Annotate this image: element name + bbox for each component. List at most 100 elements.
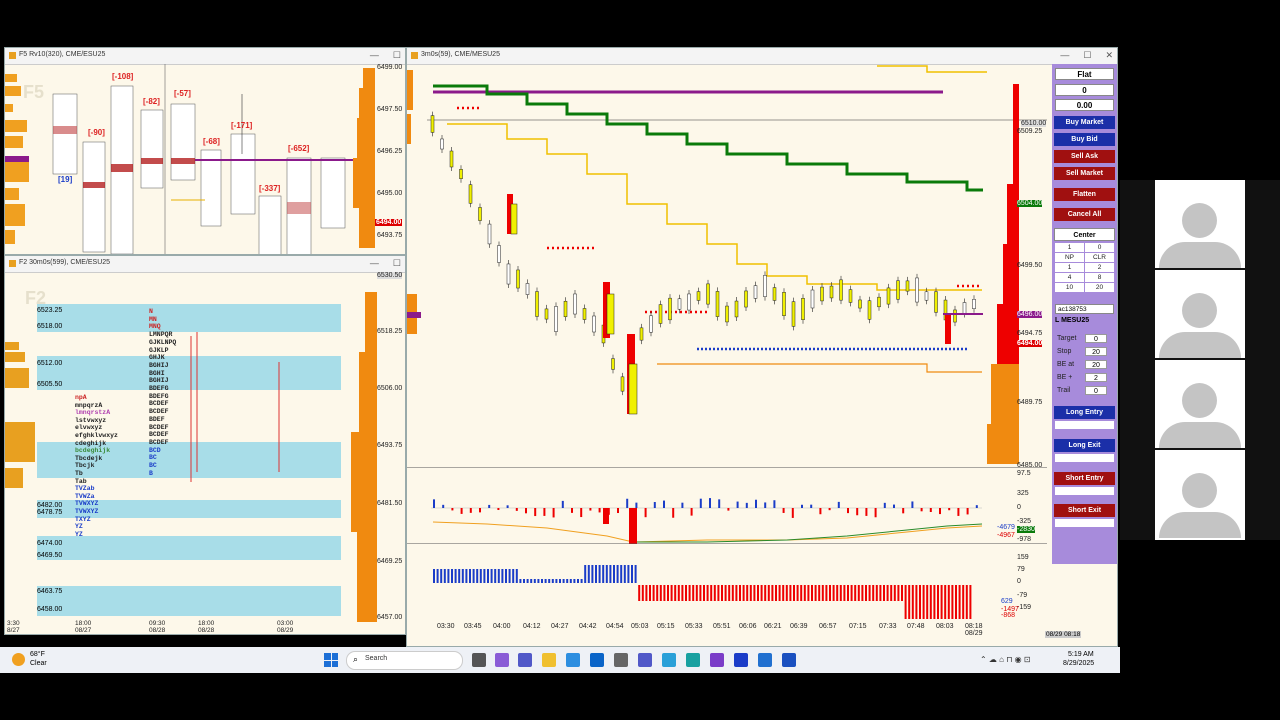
- minimize-icon[interactable]: —: [370, 50, 379, 61]
- visual-studio-icon[interactable]: [710, 653, 724, 667]
- participant-avatar[interactable]: [1155, 180, 1245, 268]
- maximize-icon[interactable]: ☐: [393, 258, 401, 269]
- start-icon[interactable]: [324, 653, 338, 667]
- weather-temp[interactable]: 68°F: [30, 651, 45, 658]
- file-explorer-icon[interactable]: [542, 653, 556, 667]
- indicator-bar: [893, 504, 895, 508]
- participant-avatar[interactable]: [1155, 270, 1245, 358]
- copilot-icon[interactable]: [495, 653, 509, 667]
- long-exit-select[interactable]: [1055, 454, 1114, 462]
- sell-market-button[interactable]: Sell Market: [1054, 167, 1115, 180]
- app-icon: [9, 52, 16, 59]
- indicator-bar: [785, 585, 788, 601]
- short-entry-select[interactable]: [1055, 487, 1114, 495]
- sell-ask-button[interactable]: Sell Ask: [1054, 150, 1115, 163]
- teams-icon[interactable]: [518, 653, 532, 667]
- weather-icon[interactable]: [12, 653, 25, 666]
- indicator-bar: [591, 565, 594, 583]
- main-chart-titlebar[interactable]: 3m0s(59), CME/MESU25 — ☐ ✕: [407, 48, 1117, 65]
- minimize-icon[interactable]: —: [1060, 50, 1069, 61]
- indicator-bar: [807, 585, 810, 601]
- close-icon[interactable]: ✕: [1105, 50, 1113, 61]
- candle: [468, 184, 473, 204]
- photos-icon[interactable]: [662, 653, 676, 667]
- task-view-icon[interactable]: [472, 653, 486, 667]
- buy-market-button[interactable]: Buy Market: [1054, 116, 1115, 129]
- minimize-icon[interactable]: —: [370, 258, 379, 269]
- indicator-bar: [508, 569, 511, 583]
- indicator-bar: [947, 585, 950, 619]
- indicator-bar: [856, 508, 859, 516]
- cancel-all-button[interactable]: Cancel All: [1054, 208, 1115, 221]
- candle: [544, 308, 549, 320]
- short-exit-button[interactable]: Short Exit: [1054, 504, 1115, 517]
- current-price-tag: 6494.00: [1017, 340, 1043, 347]
- long-entry-select[interactable]: [1055, 421, 1114, 429]
- candle: [934, 291, 938, 313]
- candle: [810, 289, 815, 309]
- participant-avatar[interactable]: [1155, 360, 1245, 448]
- price-chart[interactable]: [407, 64, 1047, 468]
- indicator-bar: [724, 585, 727, 601]
- indicator-bar: [695, 585, 698, 601]
- be-at-input[interactable]: 20: [1085, 360, 1107, 369]
- long-exit-button[interactable]: Long Exit: [1054, 439, 1115, 452]
- flatten-button[interactable]: Flatten: [1054, 188, 1115, 201]
- trading-app-icon[interactable]: [734, 653, 748, 667]
- indicator-bar: [569, 579, 572, 583]
- indicator-bar: [699, 585, 702, 601]
- candle: [858, 299, 862, 309]
- maximize-icon[interactable]: ☐: [1083, 50, 1091, 61]
- indicator-bar: [551, 579, 554, 583]
- indicator-bar: [868, 585, 871, 601]
- maximize-icon[interactable]: ☐: [393, 50, 401, 61]
- clock-date[interactable]: 8/29/2025: [1063, 660, 1094, 667]
- account-select[interactable]: ac138753: [1055, 304, 1114, 314]
- long-entry-button[interactable]: Long Entry: [1054, 406, 1115, 419]
- indicator-bar: [836, 585, 839, 601]
- chart-app-icon[interactable]: [758, 653, 772, 667]
- participant-avatar[interactable]: [1155, 450, 1245, 540]
- footprint-titlebar[interactable]: F5 Rv10(320), CME/ESU25 — ☐: [5, 48, 405, 65]
- trail-input[interactable]: 0: [1085, 386, 1107, 395]
- store-icon[interactable]: [566, 653, 580, 667]
- indicator-bar: [944, 585, 947, 619]
- target-input[interactable]: 0: [1085, 334, 1107, 343]
- delta-label: [-337]: [259, 184, 281, 193]
- center-button[interactable]: Center: [1054, 228, 1115, 241]
- indicator-bar: [920, 508, 923, 512]
- candle: [430, 115, 435, 133]
- position-status: Flat: [1055, 68, 1114, 80]
- stop-input[interactable]: 20: [1085, 347, 1107, 356]
- indicator-bar: [469, 508, 472, 513]
- short-exit-select[interactable]: [1055, 519, 1114, 527]
- outlook-icon[interactable]: [590, 653, 604, 667]
- candle: [763, 275, 767, 297]
- edge-icon[interactable]: [686, 653, 700, 667]
- be-plus-input[interactable]: 2: [1085, 373, 1107, 382]
- clock-time[interactable]: 5:19 AM: [1068, 651, 1094, 658]
- indicator-bar: [469, 569, 471, 583]
- buy-bid-button[interactable]: Buy Bid: [1054, 133, 1115, 146]
- teams-chat-icon[interactable]: [638, 653, 652, 667]
- short-entry-button[interactable]: Short Entry: [1054, 472, 1115, 485]
- indicator-bar: [670, 585, 673, 601]
- indicator-bar: [793, 585, 795, 601]
- indicator-bar: [908, 585, 911, 619]
- indicator-bar: [526, 579, 529, 583]
- indicator-bar: [782, 508, 785, 513]
- app-icon[interactable]: [782, 653, 796, 667]
- candle: [449, 150, 454, 168]
- candle: [772, 287, 777, 301]
- settings-icon[interactable]: [614, 653, 628, 667]
- search-box[interactable]: ⌕ Search: [346, 651, 463, 670]
- candle: [801, 298, 805, 320]
- market-profile-titlebar[interactable]: F2 30m0s(599), CME/ESU25 — ☐: [5, 256, 405, 273]
- candle: [573, 293, 577, 315]
- indicator-bar: [645, 585, 648, 601]
- indicator-bar: [505, 569, 507, 583]
- position-qty: 0: [1055, 84, 1114, 96]
- indicator-bar: [537, 579, 540, 583]
- tray-icons[interactable]: ⌃ ☁ ⌂ ⊓ ◉ ⊡: [980, 655, 1031, 664]
- indicator-bar: [530, 579, 533, 583]
